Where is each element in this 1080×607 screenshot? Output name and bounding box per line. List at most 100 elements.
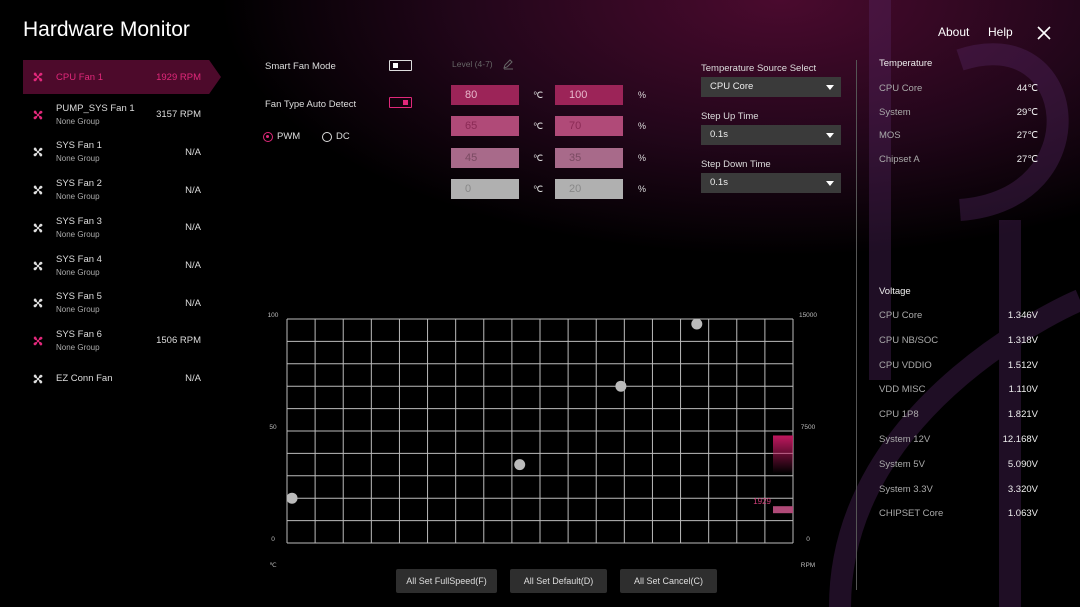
- pwm-label: PWM: [277, 131, 301, 142]
- pwm-radio[interactable]: [263, 132, 273, 142]
- voltage-value: 1.110V: [1008, 384, 1038, 396]
- voltage-value: 1.346V: [1007, 310, 1038, 321]
- temperature-source-dropdown[interactable]: CPU Core: [701, 77, 841, 97]
- curve-point[interactable]: [691, 318, 703, 330]
- fan-type-auto-detect-toggle[interactable]: [389, 97, 412, 108]
- all-set-cancel-button[interactable]: All Set Cancel(C): [620, 569, 717, 593]
- voltage-name: VDD MISC: [879, 384, 926, 396]
- fan-rpm: 1506 RPM: [156, 335, 201, 347]
- level-temp-input[interactable]: 65: [451, 116, 519, 137]
- percent-unit: %: [638, 121, 647, 132]
- fan-item[interactable]: SYS Fan 6 None Group 1506 RPM: [23, 324, 221, 358]
- temperature-value: 27℃: [1016, 130, 1038, 142]
- temperature-value: 29℃: [1016, 106, 1038, 118]
- fan-icon: [33, 336, 43, 346]
- fan-icon: [33, 110, 43, 120]
- temperature-name: CPU Core: [879, 83, 923, 94]
- all-set-default-button[interactable]: All Set Default(D): [510, 569, 607, 593]
- celsius-unit: ℃: [533, 183, 544, 194]
- voltage-name: CHIPSET Core: [879, 508, 944, 520]
- curve-point[interactable]: [286, 492, 298, 504]
- fan-rpm: N/A: [185, 373, 201, 385]
- fan-name: SYS Fan 6: [56, 328, 102, 340]
- celsius-unit: ℃: [533, 152, 544, 163]
- help-link[interactable]: Help: [988, 25, 1013, 39]
- smart-fan-mode-label: Smart Fan Mode: [265, 61, 336, 72]
- fan-icon: [33, 374, 43, 384]
- dc-radio[interactable]: [322, 132, 332, 142]
- step-up-time-label: Step Up Time: [701, 111, 759, 122]
- curve-point[interactable]: [615, 380, 627, 392]
- level-percent-input[interactable]: 70: [555, 116, 623, 137]
- voltage-name: System 5V: [879, 458, 925, 470]
- voltage-value: 1.512V: [1007, 359, 1038, 371]
- fan-item[interactable]: SYS Fan 5 None Group N/A: [23, 286, 221, 320]
- y-tick-label: 50: [269, 424, 277, 431]
- fan-name: CPU Fan 1: [56, 71, 103, 83]
- voltage-name: System 3.3V: [879, 483, 933, 495]
- y2-unit-label: RPM: [801, 562, 815, 569]
- fan-icon: [33, 185, 43, 195]
- percent-unit: %: [638, 183, 647, 194]
- voltage-value: 5.090V: [1007, 458, 1038, 470]
- y2-tick-label: 7500: [801, 424, 816, 431]
- close-icon[interactable]: [1035, 24, 1053, 42]
- fan-item[interactable]: PUMP_SYS Fan 1 None Group 3157 RPM: [23, 98, 221, 132]
- fan-item[interactable]: EZ Conn Fan N/A: [23, 362, 221, 396]
- curve-point[interactable]: [514, 459, 526, 471]
- fan-icon: [33, 223, 43, 233]
- voltage-value: 1.318V: [1007, 334, 1038, 346]
- fan-rpm: 1929 RPM: [156, 71, 201, 83]
- fan-item[interactable]: SYS Fan 3 None Group N/A: [23, 211, 221, 245]
- fan-rpm: 3157 RPM: [156, 109, 201, 121]
- voltage-name: CPU 1P8: [879, 409, 919, 421]
- level-temp-input[interactable]: 80: [451, 85, 519, 105]
- level-temp-input[interactable]: 45: [451, 147, 519, 168]
- y-unit-label: ℃: [269, 562, 277, 569]
- temperature-name: Chipset A: [879, 154, 920, 166]
- panel-divider: [856, 60, 857, 590]
- voltage-name: System 12V: [879, 434, 931, 445]
- percent-unit: %: [638, 90, 647, 100]
- smart-fan-mode-toggle[interactable]: [389, 60, 412, 71]
- celsius-unit: ℃: [533, 121, 544, 132]
- all-set-fullspeed-button[interactable]: All Set FullSpeed(F): [396, 569, 497, 593]
- fan-rpm: N/A: [185, 297, 201, 309]
- voltage-value: 12.168V: [1002, 434, 1038, 445]
- temperature-name: MOS: [879, 130, 901, 142]
- y2-tick-label: 15000: [799, 312, 817, 319]
- step-up-time-dropdown[interactable]: 0.1s: [701, 125, 841, 145]
- fan-rpm: N/A: [185, 222, 201, 234]
- level-percent-input[interactable]: 35: [555, 147, 623, 168]
- level-percent-input[interactable]: 100: [555, 85, 623, 105]
- fan-icon: [33, 261, 43, 270]
- y2-tick-label: 0: [806, 536, 810, 543]
- voltage-name: CPU NB/SOC: [879, 334, 939, 346]
- fan-item[interactable]: SYS Fan 4 None Group N/A: [23, 249, 221, 283]
- fan-icon: [33, 298, 43, 308]
- fan-icon: [33, 147, 43, 157]
- app-title: Hardware Monitor: [23, 18, 190, 41]
- step-down-time-dropdown[interactable]: 0.1s: [701, 173, 841, 193]
- fan-name: SYS Fan 1: [56, 140, 102, 152]
- fan-name: SYS Fan 5: [56, 291, 102, 303]
- fan-item[interactable]: CPU Fan 1 1929 RPM: [23, 60, 221, 94]
- fan-name: SYS Fan 4: [56, 253, 102, 265]
- level-label: Level (4-7): [452, 59, 493, 69]
- fan-name: SYS Fan 2: [56, 178, 102, 190]
- y-tick-label: 100: [268, 312, 279, 319]
- level-temp-input[interactable]: 0: [451, 178, 519, 199]
- fan-icon: [33, 72, 43, 82]
- fan-rpm: N/A: [185, 146, 201, 158]
- current-rpm-label: 1929: [753, 497, 771, 506]
- dc-label: DC: [336, 131, 350, 142]
- edit-pencil-icon[interactable]: [502, 58, 514, 70]
- temperature-name: System: [879, 106, 911, 118]
- about-link[interactable]: About: [938, 25, 969, 39]
- fan-item[interactable]: SYS Fan 2 None Group N/A: [23, 173, 221, 207]
- celsius-unit: ℃: [533, 90, 544, 100]
- level-percent-input[interactable]: 20: [555, 178, 623, 199]
- fan-name: PUMP_SYS Fan 1: [56, 102, 135, 114]
- fan-item[interactable]: SYS Fan 1 None Group N/A: [23, 135, 221, 169]
- fan-curve-chart[interactable]: 1929 100 50 0 15000 7500 0 ℃ RPM: [260, 300, 820, 575]
